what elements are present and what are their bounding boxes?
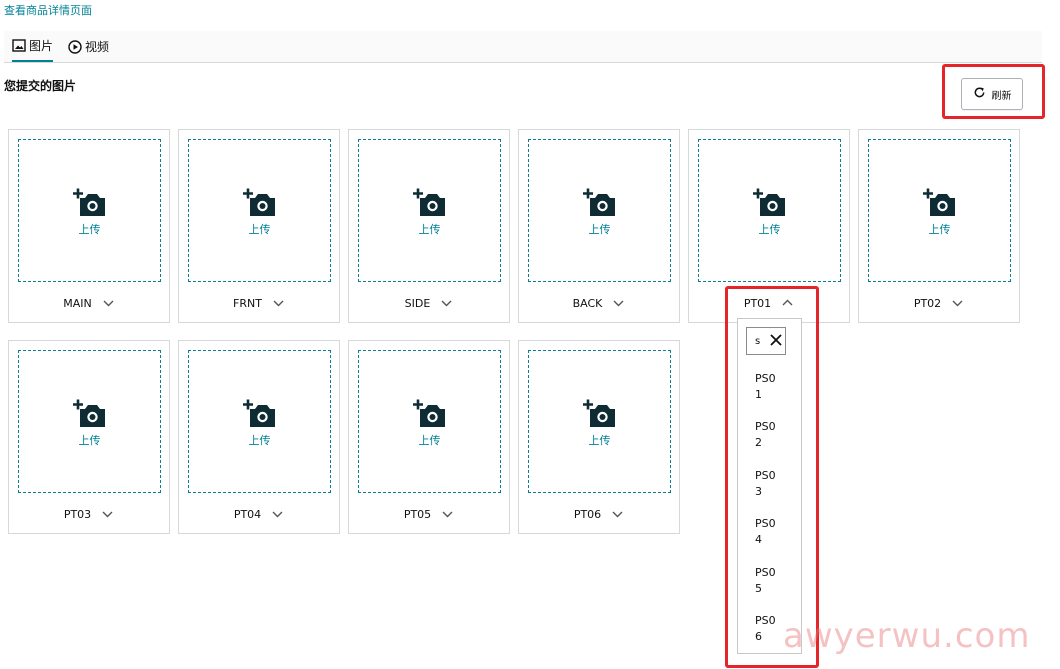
dropdown-option[interactable]: PS02 [755,419,779,451]
slot-type-select[interactable]: PT02 [859,292,1019,314]
chevron-down-icon [612,297,625,309]
chevron-down-icon [441,508,454,520]
image-icon [12,39,26,52]
image-slot-card: 上传 PT06 [518,340,680,534]
add-photo-icon [922,185,958,219]
watermark: awyerwu.com [783,616,1031,656]
upload-dropzone[interactable]: 上传 [18,139,161,282]
view-product-detail-link[interactable]: 查看商品详情页面 [4,2,92,18]
tab-video-label: 视频 [85,40,110,54]
add-photo-icon [72,396,108,430]
slot-type-select[interactable]: PT06 [519,503,679,525]
add-photo-icon [412,185,448,219]
refresh-button[interactable]: 刷新 [961,78,1023,110]
tab-images[interactable]: 图片 [12,31,54,62]
upload-dropzone[interactable]: 上传 [188,139,331,282]
upload-label: 上传 [248,222,271,236]
slot-type-select[interactable]: BACK [519,292,679,314]
dropdown-search-input[interactable]: s [746,327,786,355]
play-icon [68,39,82,54]
upload-dropzone[interactable]: 上传 [528,139,671,282]
slot-type-select[interactable]: MAIN [9,292,169,314]
upload-dropzone[interactable]: 上传 [18,350,161,493]
upload-dropzone[interactable]: 上传 [528,350,671,493]
media-tabs: 图片 视频 [4,31,1042,63]
slot-type-label: SIDE [404,296,431,310]
slot-type-label: FRNT [233,296,262,310]
slot-type-label: PT01 [743,296,772,310]
tab-video[interactable]: 视频 [68,31,109,62]
slot-type-label: PT06 [573,507,602,521]
dropdown-search-value: s [755,335,761,347]
chevron-down-icon [271,508,284,520]
upload-dropzone[interactable]: 上传 [188,350,331,493]
slot-type-select[interactable]: SIDE [349,292,509,314]
slot-type-label: PT05 [403,507,432,521]
image-slot-card: 上传 PT04 [178,340,340,534]
slot-type-label: PT03 [63,507,92,521]
image-slot-card: 上传 MAIN [8,129,170,323]
upload-dropzone[interactable]: 上传 [358,139,501,282]
image-slot-card: 上传 FRNT [178,129,340,323]
section-title: 您提交的图片 [4,79,77,93]
slot-type-select[interactable]: PT04 [179,503,339,525]
chevron-down-icon [272,297,285,309]
upload-dropzone[interactable]: 上传 [698,139,841,282]
slot-type-label: BACK [572,296,603,310]
add-photo-icon [72,185,108,219]
add-photo-icon [242,185,278,219]
chevron-down-icon [101,508,114,520]
upload-dropzone[interactable]: 上传 [358,350,501,493]
image-slot-card: 上传 BACK [518,129,680,323]
slot-type-select[interactable]: FRNT [179,292,339,314]
upload-label: 上传 [588,433,611,447]
dropdown-option[interactable]: PS03 [755,468,779,500]
image-slot-card: 上传 PT01 [688,129,850,323]
add-photo-icon [582,396,618,430]
image-slot-card: 上传 PT02 [858,129,1020,323]
upload-label: 上传 [248,433,271,447]
image-slot-card: 上传 SIDE [348,129,510,323]
dropdown-option[interactable]: PS01 [755,371,779,403]
add-photo-icon [412,396,448,430]
upload-dropzone[interactable]: 上传 [868,139,1011,282]
chevron-down-icon [611,508,624,520]
image-slot-card: 上传 PT03 [8,340,170,534]
add-photo-icon [242,396,278,430]
tab-images-label: 图片 [29,39,54,53]
upload-label: 上传 [928,222,951,236]
image-slot-card: 上传 PT05 [348,340,510,534]
slot-type-select[interactable]: PT05 [349,503,509,525]
chevron-down-icon [951,297,964,309]
refresh-label: 刷新 [991,90,1012,102]
close-icon[interactable] [769,333,783,350]
chevron-down-icon [440,297,453,309]
dropdown-option[interactable]: PS04 [755,516,779,548]
upload-label: 上传 [758,222,781,236]
upload-label: 上传 [78,433,101,447]
refresh-icon [973,86,986,102]
dropdown-option[interactable]: PS06 [755,613,779,645]
upload-label: 上传 [418,433,441,447]
slot-type-dropdown: s PS01 PS02 PS03 PS04 PS05 PS06 [737,318,802,654]
slot-type-label: PT04 [233,507,262,521]
chevron-up-icon [781,297,794,309]
upload-label: 上传 [78,222,101,236]
upload-label: 上传 [418,222,441,236]
chevron-down-icon [102,297,115,309]
upload-label: 上传 [588,222,611,236]
slot-type-select[interactable]: PT03 [9,503,169,525]
slot-type-label: MAIN [63,296,92,310]
slot-type-label: PT02 [913,296,942,310]
add-photo-icon [582,185,618,219]
slot-type-select[interactable]: PT01 [689,292,849,314]
add-photo-icon [752,185,788,219]
dropdown-option[interactable]: PS05 [755,565,779,597]
